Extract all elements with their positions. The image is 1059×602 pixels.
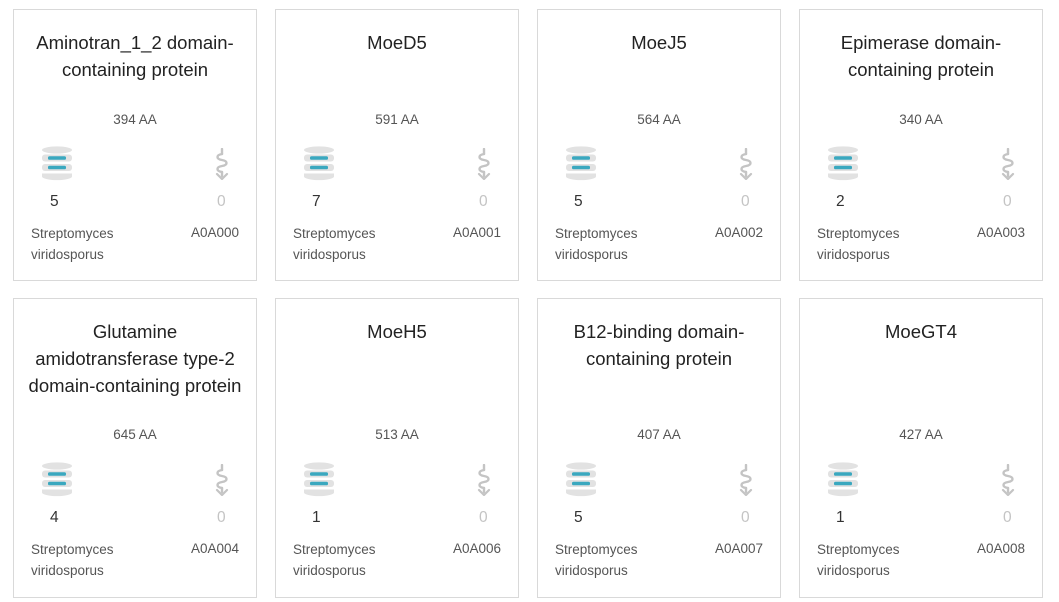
protein-structure-icon: [477, 464, 491, 496]
protein-structure-icon: [739, 464, 753, 496]
entry-count: 5: [574, 193, 583, 210]
protein-name[interactable]: Aminotran_1_2 domain-containing protein: [24, 29, 246, 83]
structure-count: 0: [479, 193, 488, 210]
organism-name: Streptomyces viridosporus: [817, 226, 900, 262]
sequence-length: 645 AA: [113, 427, 157, 442]
sequence-length: 427 AA: [899, 427, 943, 442]
entry-count: 1: [836, 509, 845, 526]
entry-count: 4: [50, 509, 59, 526]
entry-count: 5: [574, 509, 583, 526]
accession-id[interactable]: A0A004: [191, 541, 239, 556]
structure-count: 0: [217, 193, 226, 210]
sequence-length: 394 AA: [113, 112, 157, 127]
protein-name[interactable]: Epimerase domain-containing protein: [810, 29, 1032, 83]
protein-structure-icon: [477, 148, 491, 180]
protein-card[interactable]: B12-binding domain-containing protein 40…: [537, 298, 781, 598]
protein-name[interactable]: MoeD5: [286, 29, 508, 56]
sequence-length: 591 AA: [375, 112, 419, 127]
protein-structure-icon: [1001, 464, 1015, 496]
sequence-length: 407 AA: [637, 427, 681, 442]
structure-count: 0: [217, 509, 226, 526]
database-icon: [42, 462, 72, 497]
protein-card[interactable]: Aminotran_1_2 domain-containing protein …: [13, 9, 257, 281]
structure-count: 0: [479, 509, 488, 526]
entry-count: 7: [312, 193, 321, 210]
protein-card[interactable]: Glutamine amidotransferase type-2 domain…: [13, 298, 257, 598]
protein-card[interactable]: MoeGT4 427 AA 1 0 Streptomyces viridospo…: [799, 298, 1043, 598]
database-icon: [828, 462, 858, 497]
organism-name: Streptomyces viridosporus: [293, 226, 376, 262]
protein-card[interactable]: MoeH5 513 AA 1 0 Streptomyces viridospor…: [275, 298, 519, 598]
accession-id[interactable]: A0A003: [977, 225, 1025, 240]
database-icon: [304, 462, 334, 497]
structure-count: 0: [1003, 509, 1012, 526]
organism-name: Streptomyces viridosporus: [817, 542, 900, 578]
entry-count: 1: [312, 509, 321, 526]
database-icon: [828, 146, 858, 181]
organism-name: Streptomyces viridosporus: [31, 226, 114, 262]
protein-card[interactable]: MoeJ5 564 AA 5 0 Streptomyces viridospor…: [537, 9, 781, 281]
protein-structure-icon: [739, 148, 753, 180]
organism-name: Streptomyces viridosporus: [31, 542, 114, 578]
protein-name[interactable]: B12-binding domain-containing protein: [548, 318, 770, 372]
protein-name[interactable]: MoeH5: [286, 318, 508, 345]
accession-id[interactable]: A0A002: [715, 225, 763, 240]
sequence-length: 340 AA: [899, 112, 943, 127]
structure-count: 0: [741, 509, 750, 526]
protein-name[interactable]: MoeGT4: [810, 318, 1032, 345]
protein-structure-icon: [215, 464, 229, 496]
database-icon: [566, 462, 596, 497]
database-icon: [566, 146, 596, 181]
protein-name[interactable]: MoeJ5: [548, 29, 770, 56]
database-icon: [304, 146, 334, 181]
protein-name[interactable]: Glutamine amidotransferase type-2 domain…: [24, 318, 246, 399]
accession-id[interactable]: A0A001: [453, 225, 501, 240]
sequence-length: 513 AA: [375, 427, 419, 442]
accession-id[interactable]: A0A000: [191, 225, 239, 240]
database-icon: [42, 146, 72, 181]
protein-card-grid: Aminotran_1_2 domain-containing protein …: [0, 0, 1059, 602]
protein-card[interactable]: Epimerase domain-containing protein 340 …: [799, 9, 1043, 281]
accession-id[interactable]: A0A008: [977, 541, 1025, 556]
structure-count: 0: [741, 193, 750, 210]
sequence-length: 564 AA: [637, 112, 681, 127]
protein-card[interactable]: MoeD5 591 AA 7 0 Streptomyces viridospor…: [275, 9, 519, 281]
protein-structure-icon: [1001, 148, 1015, 180]
accession-id[interactable]: A0A006: [453, 541, 501, 556]
accession-id[interactable]: A0A007: [715, 541, 763, 556]
organism-name: Streptomyces viridosporus: [555, 226, 638, 262]
protein-structure-icon: [215, 148, 229, 180]
entry-count: 2: [836, 193, 845, 210]
entry-count: 5: [50, 193, 59, 210]
organism-name: Streptomyces viridosporus: [555, 542, 638, 578]
structure-count: 0: [1003, 193, 1012, 210]
organism-name: Streptomyces viridosporus: [293, 542, 376, 578]
